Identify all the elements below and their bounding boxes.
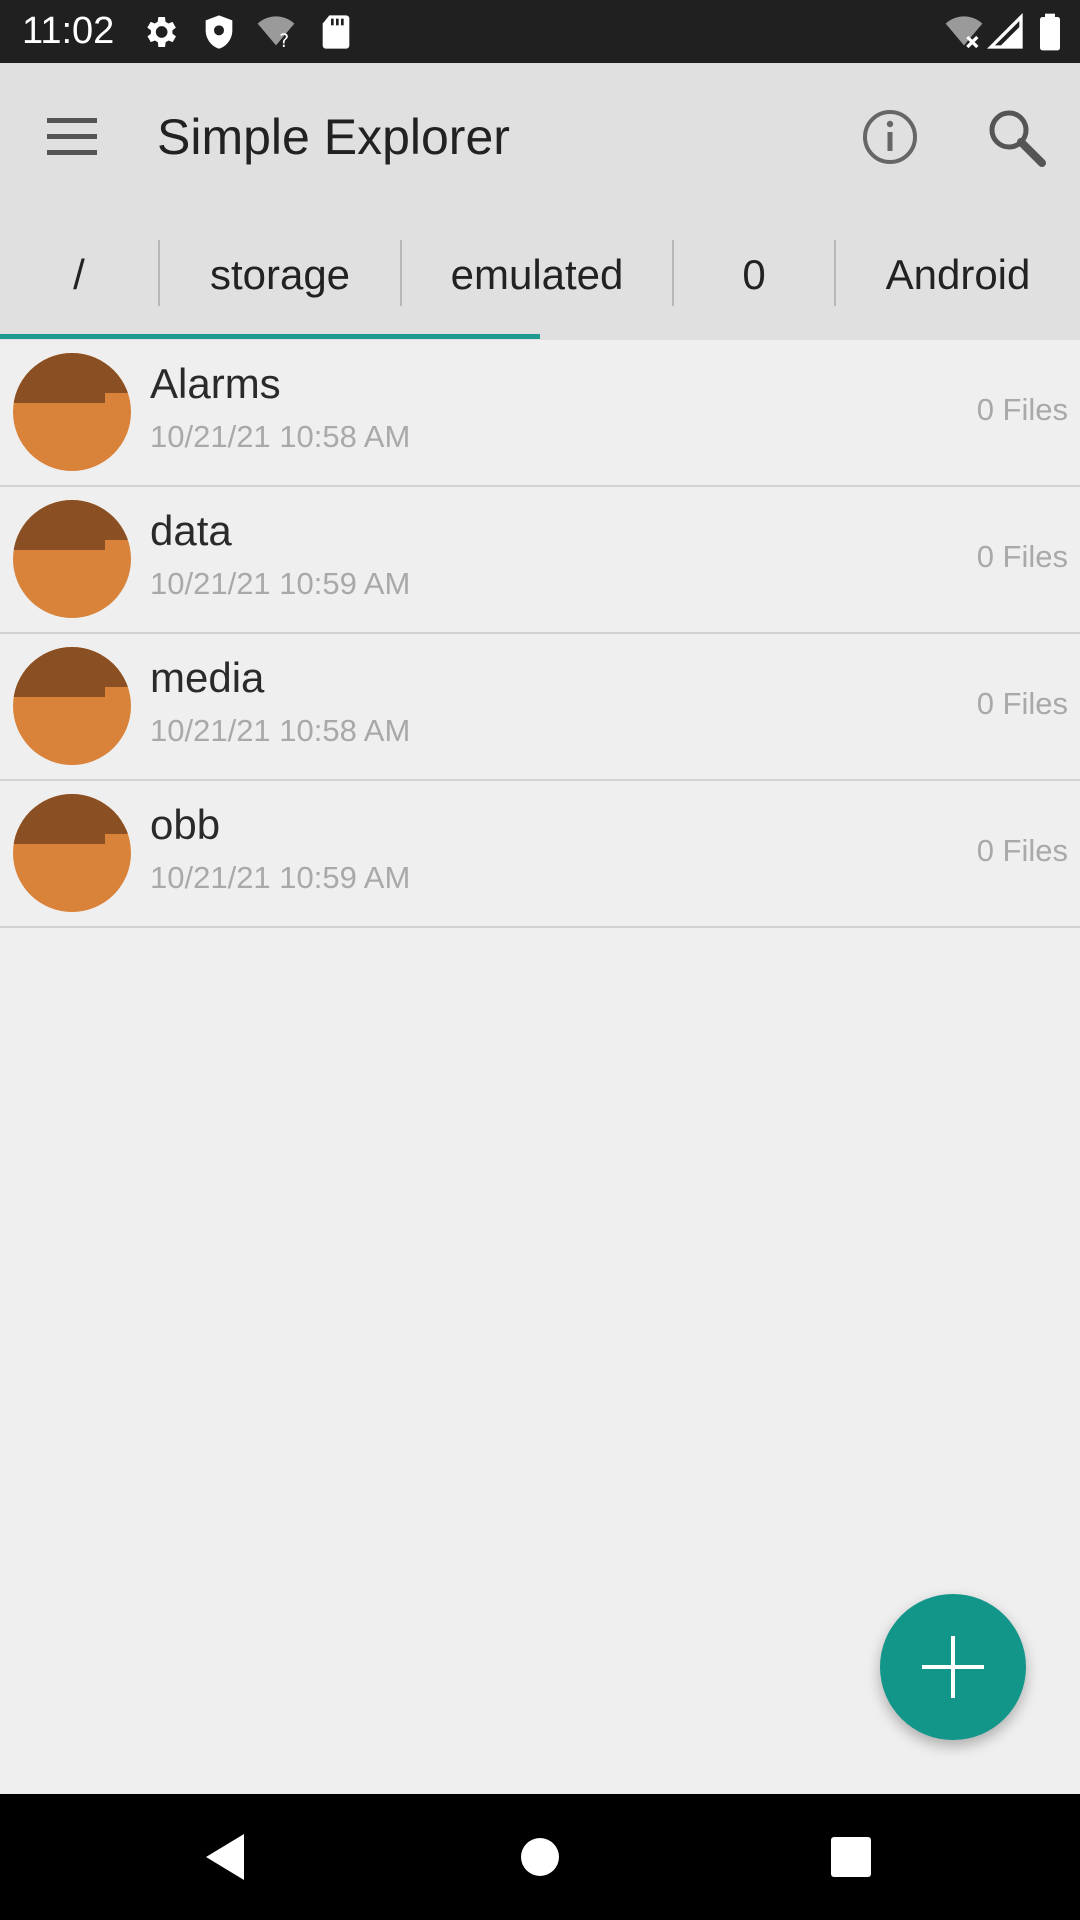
file-name: data <box>150 507 232 554</box>
file-date: 10/21/21 10:59 AM <box>150 566 411 601</box>
folder-icon <box>13 647 131 765</box>
signal-icon <box>986 12 1023 49</box>
status-time: 11:02 <box>22 10 115 52</box>
back-icon[interactable] <box>192 1824 258 1890</box>
tab-emulated[interactable]: emulated <box>402 210 672 340</box>
svg-text:?: ? <box>279 31 289 52</box>
file-name: obb <box>150 801 221 848</box>
plus-icon <box>922 1636 984 1698</box>
tab-android[interactable]: Android <box>836 210 1080 340</box>
search-icon[interactable] <box>980 101 1052 173</box>
info-icon[interactable] <box>856 103 924 171</box>
list-item[interactable]: obb 10/21/21 10:59 AM 0 Files <box>0 781 1080 928</box>
recents-icon[interactable] <box>818 1824 884 1890</box>
list-item[interactable]: Alarms 10/21/21 10:58 AM 0 Files <box>0 340 1080 487</box>
tab-0[interactable]: 0 <box>674 210 834 340</box>
sd-card-icon <box>322 15 350 49</box>
add-button[interactable] <box>880 1594 1026 1740</box>
file-count: 0 Files <box>976 833 1068 868</box>
tab-indicator <box>0 334 540 339</box>
file-count: 0 Files <box>976 392 1068 427</box>
list-item[interactable]: media 10/21/21 10:58 AM 0 Files <box>0 634 1080 781</box>
menu-icon[interactable] <box>36 107 108 167</box>
shield-icon <box>205 15 233 49</box>
navigation-bar <box>0 1794 1080 1920</box>
file-name: Alarms <box>150 360 281 407</box>
file-count: 0 Files <box>976 539 1068 574</box>
tab-storage[interactable]: storage <box>160 210 400 340</box>
screen: 11:02 ? Simple Explorer / storage emulat… <box>0 0 1080 1920</box>
folder-icon <box>13 500 131 618</box>
breadcrumb-tabs: / storage emulated 0 Android <box>0 210 1080 340</box>
status-bar: 11:02 ? <box>0 0 1080 63</box>
home-icon[interactable] <box>507 1824 573 1890</box>
wifi-off-icon <box>945 16 983 49</box>
file-date: 10/21/21 10:59 AM <box>150 860 411 895</box>
battery-icon <box>1040 13 1060 51</box>
gear-icon <box>147 17 176 47</box>
file-list: Alarms 10/21/21 10:58 AM 0 Files data 10… <box>0 340 1080 928</box>
file-name: media <box>150 654 265 701</box>
wifi-question-icon: ? <box>257 16 295 52</box>
folder-icon <box>13 353 131 471</box>
app-title: Simple Explorer <box>157 109 510 165</box>
file-date: 10/21/21 10:58 AM <box>150 713 411 748</box>
list-item[interactable]: data 10/21/21 10:59 AM 0 Files <box>0 487 1080 634</box>
file-date: 10/21/21 10:58 AM <box>150 419 411 454</box>
folder-icon <box>13 794 131 912</box>
app-bar: Simple Explorer <box>0 63 1080 210</box>
file-count: 0 Files <box>976 686 1068 721</box>
tab-root[interactable]: / <box>0 210 158 340</box>
